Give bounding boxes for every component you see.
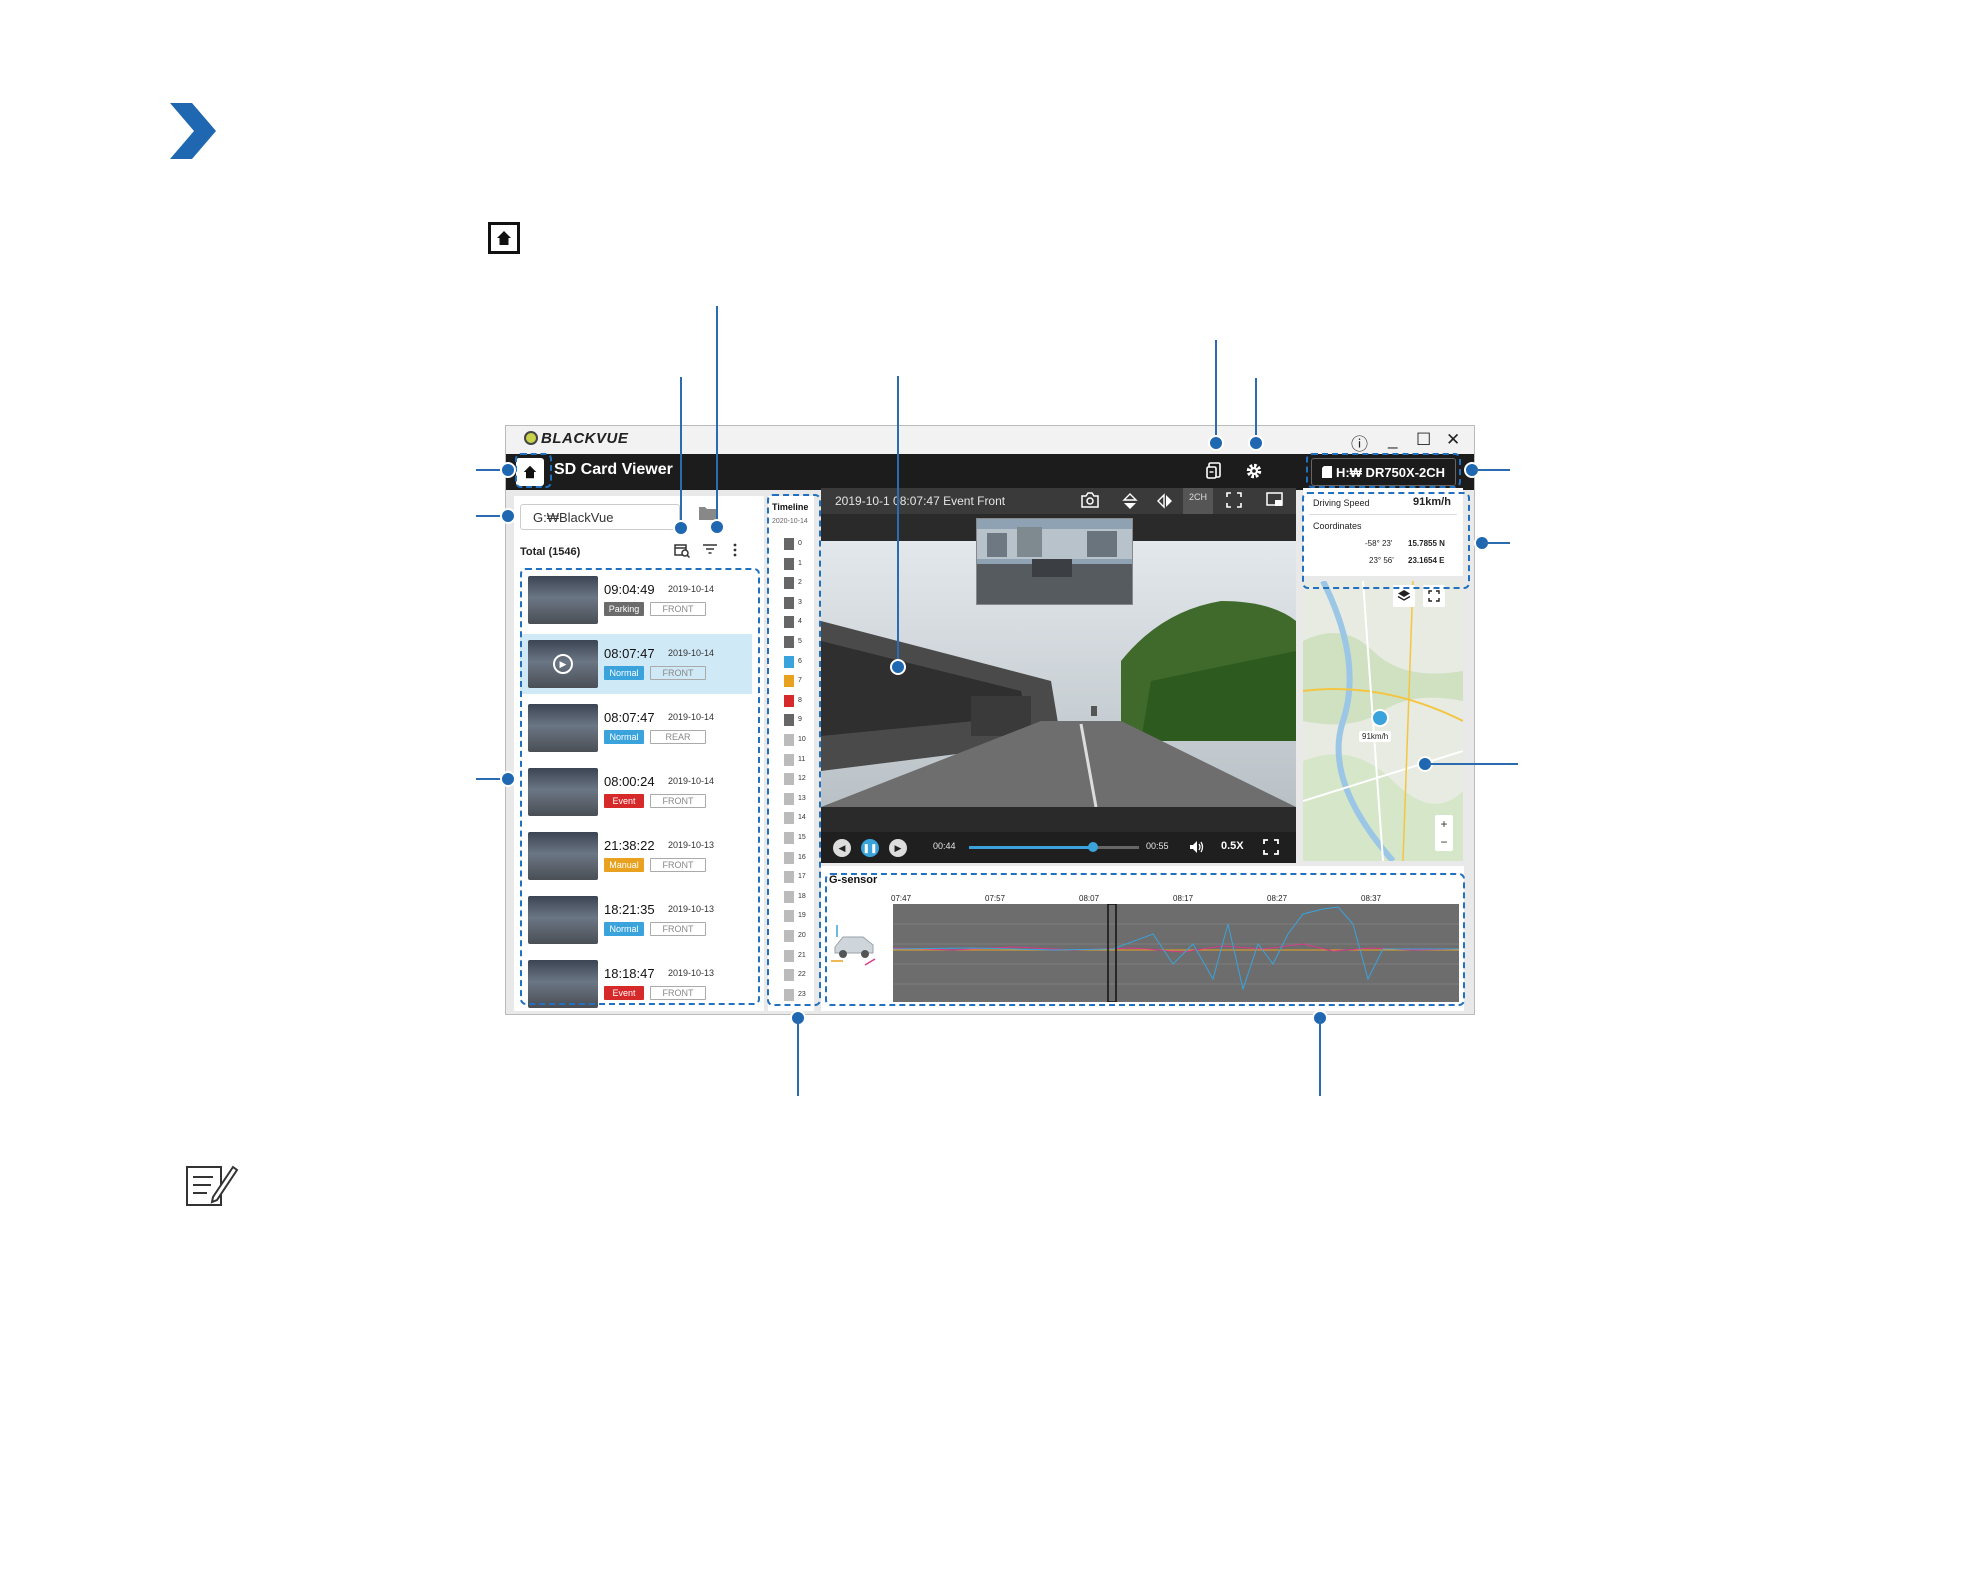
flip-horizontal-icon [1157,493,1172,509]
rear-camera-image [977,519,1132,604]
video-title: 2019-10-1 08:07:47 Event Front [835,494,1006,508]
current-time: 00:44 [933,841,956,851]
highlight-file-list [520,568,760,1005]
callout-dot [1208,435,1224,451]
highlight-info [1302,492,1470,589]
folder-path-field[interactable]: G:₩BlackVue [520,504,680,530]
chevron-right-icon [170,103,216,159]
picture-in-picture-button[interactable] [1266,492,1284,512]
previous-button[interactable]: ◀ [833,839,851,857]
video-toolbar: 2019-10-1 08:07:47 Event Front 2CH [821,488,1296,514]
calendar-search-icon [674,544,691,559]
fullscreen-icon [1428,590,1440,602]
callout-dot [673,520,689,536]
filter-button[interactable] [702,542,718,559]
video-spacer [821,807,1296,832]
volume-icon [1190,841,1204,853]
title-bar: BLACKVUE ⓘ _ ☐ ✕ [506,426,1474,454]
app-title: SD Card Viewer [554,461,673,478]
flip-vertical-icon [1122,493,1138,509]
settings-button[interactable] [1244,462,1264,482]
volume-button[interactable] [1189,839,1205,860]
callout-line [1255,378,1257,442]
callout-dot [500,771,516,787]
layers-icon [1397,590,1411,601]
maximize-button[interactable]: ☐ [1416,430,1431,450]
callout-line [716,306,718,526]
close-button[interactable]: ✕ [1446,430,1460,450]
export-button[interactable] [1204,462,1224,482]
video-player: 2019-10-1 08:07:47 Event Front 2CH ◀ ❚❚ … [821,488,1296,863]
playback-controls: ◀ ❚❚ ▶ 00:44 00:55 0.5X [821,832,1296,863]
file-export-icon [1206,462,1221,479]
blackvue-logo: BLACKVUE [524,430,628,447]
highlight-home [515,453,552,488]
end-time: 00:55 [1146,841,1169,851]
more-vertical-icon [733,543,737,557]
expand-icon [1226,492,1242,508]
pip-icon [1266,492,1283,506]
channel-toggle-button[interactable]: 2CH [1183,488,1213,514]
more-options-button[interactable] [732,542,738,561]
callout-line [897,376,899,666]
callout-line [1427,763,1518,765]
highlight-timeline [767,494,821,1006]
flip-vertical-button[interactable] [1121,492,1139,514]
zoom-out-button[interactable]: − [1435,833,1453,851]
info-icon[interactable]: ⓘ [1351,430,1368,455]
zoom-in-button[interactable]: + [1435,815,1453,833]
snapshot-button[interactable] [1081,492,1099,512]
seek-handle[interactable] [1088,842,1099,852]
playback-speed-button[interactable]: 0.5X [1221,840,1244,852]
highlight-drive [1306,453,1461,488]
calendar-search-button[interactable] [674,542,691,561]
callout-dot [500,462,516,478]
map-panel[interactable]: 91km/h + − [1302,579,1464,863]
fullscreen-icon [1263,839,1279,855]
home-icon [488,222,520,254]
total-count: Total (1546) [520,546,581,558]
minimize-button[interactable]: _ [1388,430,1397,450]
callout-dot [709,519,725,535]
seek-progress [969,846,1094,849]
callout-line [1484,542,1510,544]
fullscreen-button[interactable] [1263,839,1279,860]
map-speed-label: 91km/h [1359,731,1392,742]
map-zoom-controls: + − [1435,815,1453,851]
callout-line [680,377,682,527]
callout-line [1474,469,1510,471]
filter-icon [703,544,717,554]
callout-line [1319,1020,1321,1096]
callout-line [1215,340,1217,442]
flip-horizontal-button[interactable] [1156,492,1174,514]
next-button[interactable]: ▶ [889,839,907,857]
folder-icon [699,507,717,520]
location-marker-icon[interactable] [1371,709,1389,727]
gear-icon [1246,463,1262,479]
expand-button[interactable] [1226,492,1242,512]
pause-button[interactable]: ❚❚ [861,839,879,857]
callout-dot [500,508,516,524]
callout-dot [1248,435,1264,451]
note-icon [185,1163,239,1214]
seek-bar[interactable] [969,842,1139,852]
callout-line [797,1020,799,1096]
highlight-g-sensor [825,873,1465,1006]
camera-icon [1081,492,1099,508]
rear-camera-inset[interactable] [976,518,1133,605]
callout-dot [890,659,906,675]
